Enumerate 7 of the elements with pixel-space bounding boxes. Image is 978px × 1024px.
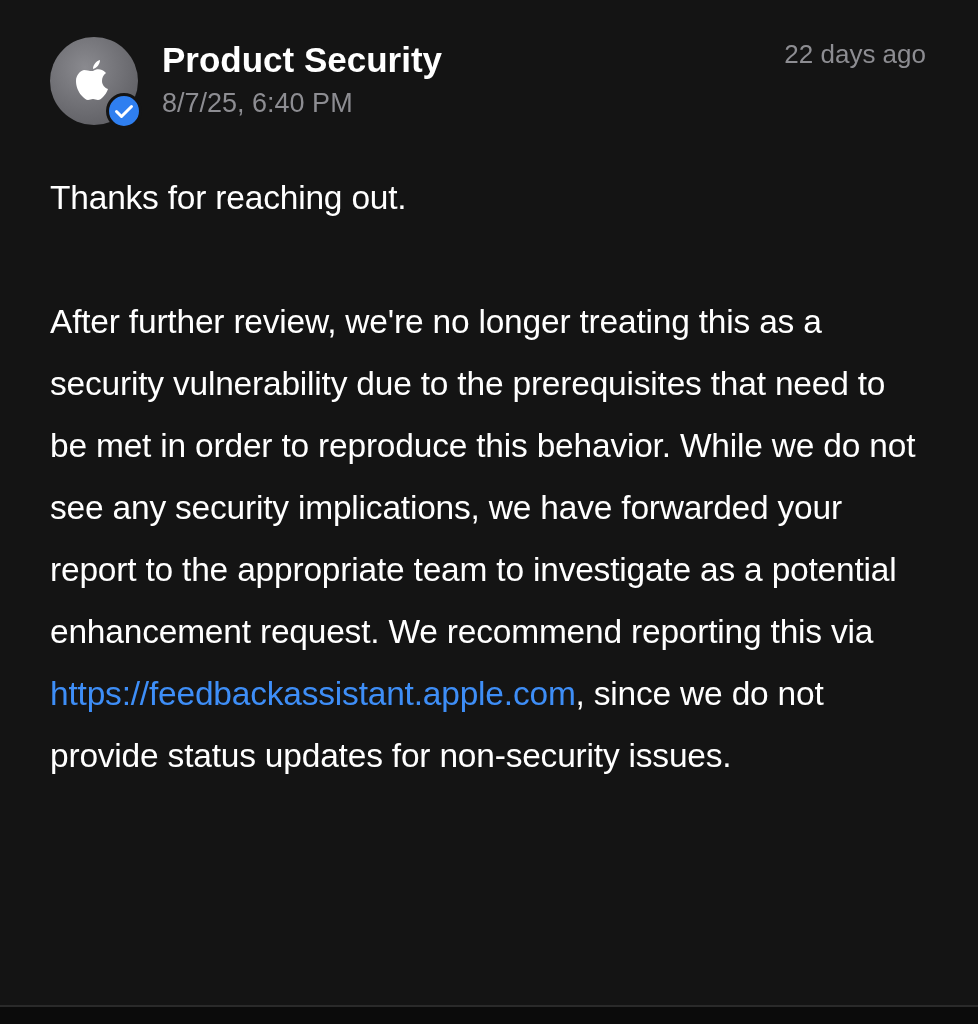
message-date: 8/7/25, 6:40 PM: [162, 87, 354, 120]
message-paragraph: After further review, we're no longer treating this as a security vulnerability due to the prerequisites that need to be met in order to reproduce this behavior. While we do not see any security implications, we have forwarded your report to the appropriate team to investigate as a potential enhancement request. We recommend reporting this via https://feedbackassistant.apple.com, since we do not provide status updates for non-security issues.: [50, 302, 917, 776]
feedback-link[interactable]: https://feedbackassistant.apple.com: [50, 675, 576, 712]
greeting-text: Thanks for reaching out.: [50, 178, 408, 218]
sender-name: Product Security: [162, 39, 443, 81]
message-age: 22 days ago: [784, 38, 926, 71]
apple-icon: [76, 59, 110, 101]
